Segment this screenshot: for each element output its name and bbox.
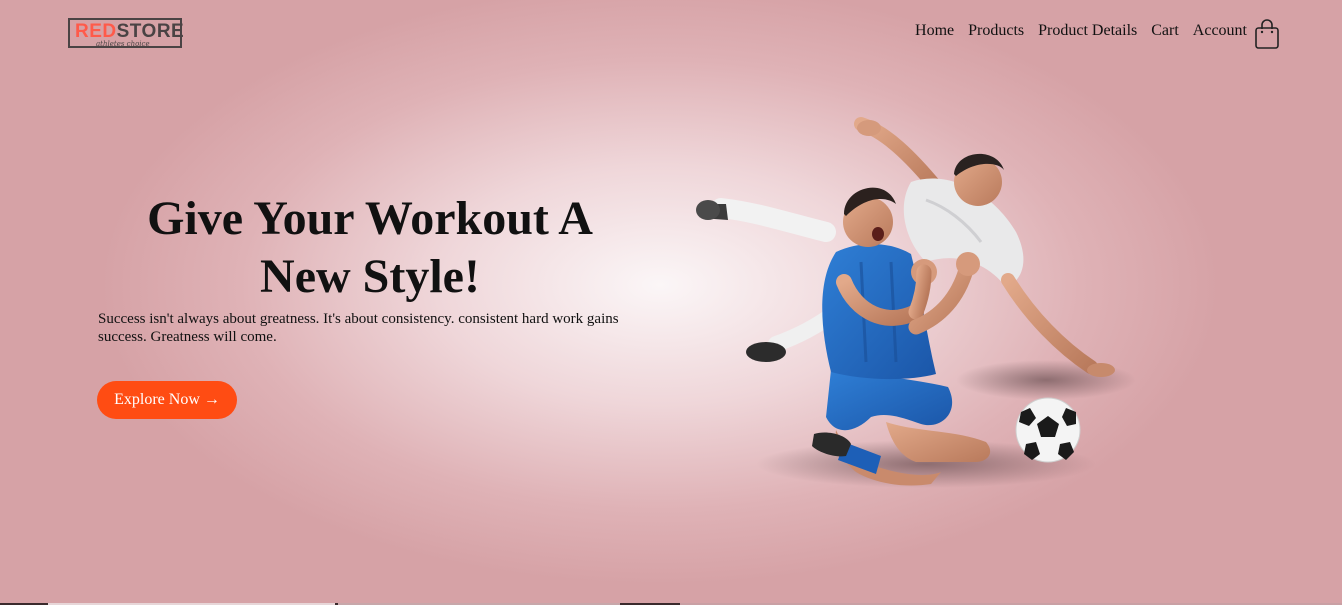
hero-description: Success isn't always about greatness. It…	[98, 311, 619, 345]
nav-products[interactable]: Products	[968, 21, 1024, 41]
logo[interactable]: REDSTORE athletes choice	[68, 18, 185, 48]
nav-home[interactable]: Home	[915, 21, 954, 41]
logo-tagline: athletes choice	[96, 40, 150, 48]
main-nav: Home Products Product Details Cart Accou…	[915, 21, 1247, 41]
shopping-bag-icon[interactable]	[1254, 18, 1280, 50]
nav-cart[interactable]: Cart	[1151, 21, 1179, 41]
football-players-image	[686, 112, 1146, 492]
nav-account[interactable]: Account	[1193, 21, 1247, 41]
logo-text-red: RED	[75, 21, 117, 42]
nav-product-details[interactable]: Product Details	[1038, 21, 1137, 41]
hero-title: Give Your Workout A New Style!	[147, 192, 593, 303]
logo-text-dark: STORE	[116, 21, 185, 42]
explore-now-button[interactable]: Explore Now →	[97, 381, 237, 419]
